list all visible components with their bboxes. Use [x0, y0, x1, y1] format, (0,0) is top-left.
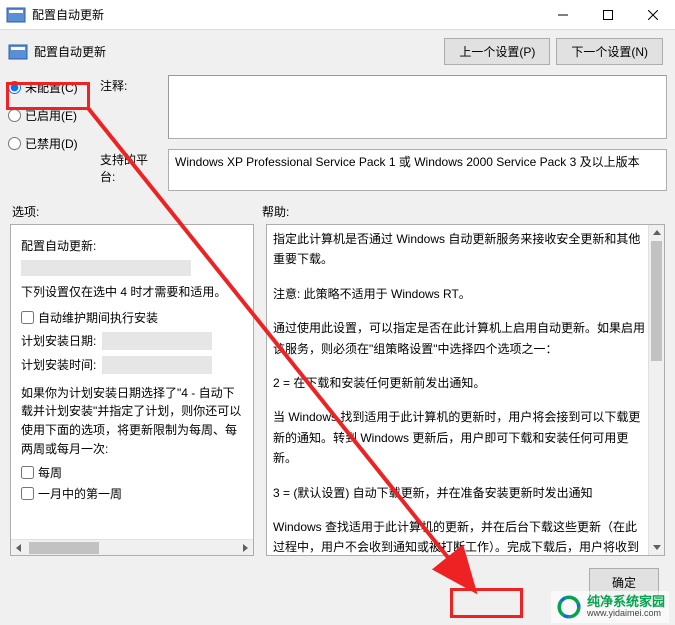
radio-enabled-label: 已启用(E)	[25, 107, 77, 124]
watermark-logo-icon	[555, 593, 583, 621]
install-time-dropdown[interactable]	[102, 356, 212, 374]
help-p6: 3 = (默认设置) 自动下载更新，并在准备安装更新时发出通知	[273, 483, 646, 503]
options-note-2: 如果你为计划安装日期选择了"4 - 自动下载并计划安装"并指定了计划，则你还可以…	[21, 384, 243, 458]
help-p2: 注意: 此策略不适用于 Windows RT。	[273, 284, 646, 304]
platform-box: Windows XP Professional Service Pack 1 或…	[168, 149, 667, 191]
minimize-button[interactable]	[540, 0, 585, 30]
chk-maintenance-input[interactable]	[21, 311, 34, 324]
scroll-right-icon[interactable]	[237, 540, 253, 556]
radio-enabled-input[interactable]	[8, 109, 21, 122]
radio-enabled[interactable]: 已启用(E)	[8, 107, 100, 124]
config-area: 未配置(C) 已启用(E) 已禁用(D) 注释: 支持的平台: Windows …	[0, 69, 675, 193]
options-h-scrollbar[interactable]	[11, 539, 253, 555]
help-p5: 当 Windows 找到适用于此计算机的更新时，用户将会接到可以下载更新的通知。…	[273, 407, 646, 468]
radio-disabled[interactable]: 已禁用(D)	[8, 135, 100, 152]
watermark-text-en: www.yidaimei.com	[587, 609, 665, 619]
next-setting-button[interactable]: 下一个设置(N)	[556, 38, 663, 65]
policy-icon	[8, 42, 28, 62]
install-time-label: 计划安装时间:	[21, 356, 96, 373]
chk-every-week-input[interactable]	[21, 466, 34, 479]
options-note-1: 下列设置仅在选中 4 时才需要和适用。	[21, 284, 243, 301]
options-title: 配置自动更新:	[21, 237, 243, 254]
install-day-label: 计划安装日期:	[21, 332, 96, 349]
radio-disabled-input[interactable]	[8, 137, 21, 150]
watermark-text-cn: 纯净系统家园	[587, 595, 665, 609]
close-button[interactable]	[630, 0, 675, 30]
options-label: 选项:	[12, 203, 262, 220]
scroll-down-icon[interactable]	[649, 539, 664, 555]
scroll-thumb[interactable]	[651, 241, 662, 361]
radio-not-configured-label: 未配置(C)	[25, 79, 78, 96]
header-title: 配置自动更新	[34, 43, 444, 60]
platform-label: 支持的平台:	[100, 149, 160, 191]
scroll-thumb[interactable]	[29, 542, 99, 554]
install-day-dropdown[interactable]	[102, 332, 212, 350]
app-icon	[6, 5, 26, 25]
help-p3: 通过使用此设置，可以指定是否在此计算机上启用自动更新。如果启用该服务，则必须在"…	[273, 318, 646, 359]
chk-every-week-label: 每周	[38, 464, 62, 481]
help-pane: 指定此计算机是否通过 Windows 自动更新服务来接收安全更新和其他重要下载。…	[266, 224, 665, 556]
scroll-up-icon[interactable]	[649, 225, 664, 241]
comment-label: 注释:	[100, 75, 160, 139]
chk-first-week[interactable]: 一月中的第一周	[21, 485, 243, 502]
chk-every-week[interactable]: 每周	[21, 464, 243, 481]
comment-box[interactable]	[168, 75, 667, 139]
maximize-button[interactable]	[585, 0, 630, 30]
chk-maintenance[interactable]: 自动维护期间执行安装	[21, 309, 243, 326]
radio-not-configured-input[interactable]	[8, 81, 21, 94]
chk-first-week-label: 一月中的第一周	[38, 485, 122, 502]
help-label: 帮助:	[262, 203, 289, 220]
options-pane: 配置自动更新: 下列设置仅在选中 4 时才需要和适用。 自动维护期间执行安装 计…	[10, 224, 254, 556]
titlebar: 配置自动更新	[0, 0, 675, 30]
scroll-left-icon[interactable]	[11, 540, 27, 556]
header-row: 配置自动更新 上一个设置(P) 下一个设置(N)	[0, 30, 675, 69]
radio-disabled-label: 已禁用(D)	[25, 135, 78, 152]
previous-setting-button[interactable]: 上一个设置(P)	[444, 38, 550, 65]
chk-maintenance-label: 自动维护期间执行安装	[38, 309, 158, 326]
help-p4: 2 = 在下载和安装任何更新前发出通知。	[273, 373, 646, 393]
help-p1: 指定此计算机是否通过 Windows 自动更新服务来接收安全更新和其他重要下载。	[273, 229, 646, 270]
config-dropdown[interactable]	[21, 260, 191, 276]
help-v-scrollbar[interactable]	[648, 225, 664, 555]
chk-first-week-input[interactable]	[21, 487, 34, 500]
radio-not-configured[interactable]: 未配置(C)	[8, 79, 100, 96]
help-p7: Windows 查找适用于此计算机的更新，并在后台下载这些更新（在此过程中，用户…	[273, 517, 646, 556]
window-title: 配置自动更新	[32, 6, 540, 23]
watermark: 纯净系统家园 www.yidaimei.com	[551, 591, 669, 623]
